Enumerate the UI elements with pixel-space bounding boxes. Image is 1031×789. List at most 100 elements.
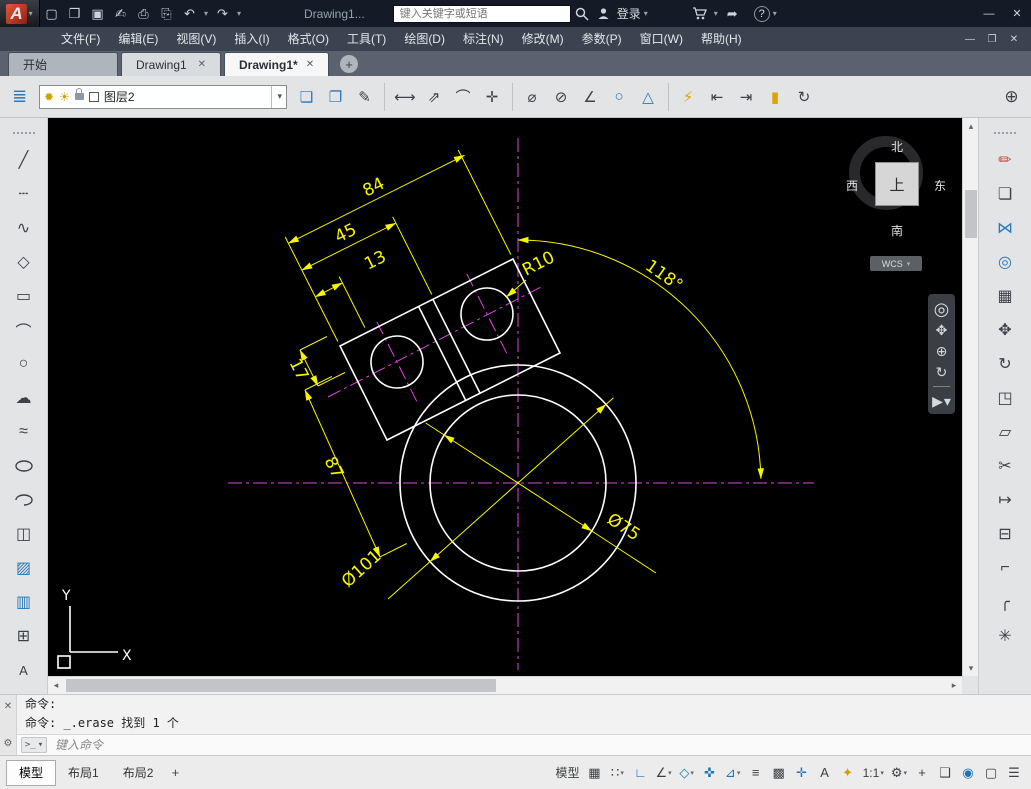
scroll-up-icon[interactable]: ▴ bbox=[963, 118, 979, 134]
viewcube-south-label[interactable]: 南 bbox=[844, 222, 950, 239]
osnap-target-button[interactable]: ⊕ bbox=[998, 82, 1025, 112]
horizontal-scroll-thumb[interactable] bbox=[66, 679, 496, 692]
rectangle-tool-icon[interactable]: ▭ bbox=[9, 280, 39, 312]
auto-scale-icon[interactable]: ✦ bbox=[837, 760, 859, 785]
circle-tool-icon[interactable]: ○ bbox=[9, 348, 39, 380]
dimension-118deg[interactable]: 118° bbox=[518, 240, 761, 479]
break-tool-icon[interactable]: ⊟ bbox=[990, 518, 1020, 550]
ucs-icon[interactable]: Y X bbox=[58, 588, 132, 668]
dynamic-input-icon[interactable]: ✛ bbox=[791, 760, 813, 785]
dimension-style-button[interactable]: ▮ bbox=[762, 82, 789, 112]
lineweight-toggle-icon[interactable]: ≡ bbox=[745, 760, 767, 785]
annotation-monitor-icon[interactable]: + bbox=[911, 760, 933, 785]
model-space-view[interactable]: 84 45 13 17 87 bbox=[48, 118, 962, 676]
redo-icon[interactable]: ↷ bbox=[211, 3, 234, 24]
command-customize-icon[interactable]: ⚙ bbox=[4, 738, 13, 749]
mirror-tool-icon[interactable]: ⋈ bbox=[990, 212, 1020, 244]
plate-outline[interactable] bbox=[340, 259, 560, 440]
trim-tool-icon[interactable]: ✂ bbox=[990, 450, 1020, 482]
vertical-scrollbar[interactable]: ▴ ▾ bbox=[962, 118, 978, 676]
nav-wheel-icon[interactable]: ◎ bbox=[934, 302, 950, 316]
object-snap-tracking-icon[interactable]: ✜ bbox=[699, 760, 721, 785]
search-icon[interactable] bbox=[571, 4, 593, 24]
tab-drawing1-close-icon[interactable]: ✕ bbox=[198, 59, 206, 70]
grid-toggle-icon[interactable]: ▦ bbox=[583, 760, 605, 785]
vertical-scroll-thumb[interactable] bbox=[965, 190, 977, 238]
sheet-set-icon[interactable]: ⎘ bbox=[155, 3, 178, 24]
ellipse-arc-tool-icon[interactable] bbox=[9, 484, 39, 516]
nav-more-icon[interactable]: ▶▾ bbox=[932, 394, 951, 408]
arc-length-dimension-button[interactable]: ⌒ bbox=[450, 82, 477, 112]
menu-help[interactable]: 帮助(H) bbox=[692, 27, 751, 51]
erase-tool-icon[interactable]: ✏ bbox=[990, 144, 1020, 176]
login-caret-icon[interactable]: ▾ bbox=[641, 9, 651, 18]
nav-pan-icon[interactable]: ✥ bbox=[936, 323, 948, 337]
dim-text-r10[interactable]: R10 bbox=[519, 247, 558, 280]
menu-format[interactable]: 格式(O) bbox=[279, 27, 338, 51]
menu-insert[interactable]: 插入(I) bbox=[225, 27, 278, 51]
scroll-left-icon[interactable]: ◂ bbox=[48, 677, 64, 694]
tab-drawing1-star[interactable]: Drawing1* ✕ bbox=[224, 52, 329, 76]
minimize-button[interactable]: — bbox=[975, 3, 1003, 25]
layer-dropdown-caret-icon[interactable]: ▾ bbox=[271, 86, 282, 108]
scale-tool-icon[interactable]: ◳ bbox=[990, 382, 1020, 414]
viewcube-north-label[interactable]: 北 bbox=[844, 138, 950, 155]
mtext-tool-icon[interactable]: A bbox=[9, 654, 39, 686]
dimension-d101[interactable]: Ø101 bbox=[338, 398, 614, 599]
layer-unlock-icon[interactable] bbox=[75, 93, 84, 100]
navigation-bar[interactable]: ◎ ✥ ⊕ ↻ ▶▾ bbox=[928, 294, 955, 414]
dim-text-17[interactable]: 17 bbox=[285, 356, 313, 384]
undo-icon[interactable]: ↶ bbox=[178, 3, 201, 24]
plot-icon[interactable]: ⎙ bbox=[132, 3, 155, 24]
annotation-visibility-icon[interactable]: A bbox=[814, 760, 836, 785]
help-caret-icon[interactable]: ▾ bbox=[770, 9, 780, 18]
radius-dimension-button[interactable]: ⌀ bbox=[519, 82, 546, 112]
scroll-right-icon[interactable]: ▸ bbox=[946, 677, 962, 694]
qat-dropdown-icon[interactable]: ▾ bbox=[234, 9, 244, 18]
viewcube-east-label[interactable]: 东 bbox=[934, 177, 946, 194]
login-button[interactable]: 登录 bbox=[617, 5, 641, 22]
dimension-84[interactable]: 84 bbox=[285, 150, 511, 342]
workspace-gear-icon[interactable]: ⚙▾ bbox=[888, 760, 910, 785]
menu-view[interactable]: 视图(V) bbox=[167, 27, 225, 51]
layer-dropdown[interactable]: ✹ ☀ 图层2 ▾ bbox=[39, 85, 287, 109]
isodraft-toggle-icon[interactable]: ◇▾ bbox=[676, 760, 698, 785]
menu-parametric[interactable]: 参数(P) bbox=[573, 27, 631, 51]
transparency-toggle-icon[interactable]: ▩ bbox=[768, 760, 790, 785]
clean-screen-icon[interactable]: ▢ bbox=[980, 760, 1002, 785]
copy-tool-icon[interactable]: ❏ bbox=[990, 178, 1020, 210]
layer-on-bulb-icon[interactable]: ✹ bbox=[44, 90, 54, 104]
layer-edit-button[interactable]: ✎ bbox=[351, 82, 378, 112]
help-button[interactable]: ? bbox=[754, 6, 770, 22]
layer-color-swatch[interactable] bbox=[89, 92, 99, 102]
spline-tool-icon[interactable]: ≈ bbox=[9, 416, 39, 448]
fillet-tool-icon[interactable]: ╭ bbox=[990, 586, 1020, 618]
dimension-update-button[interactable]: ↻ bbox=[791, 82, 818, 112]
annotation-scale-dropdown[interactable]: 1:1▾ bbox=[860, 760, 887, 785]
ellipse-tool-icon[interactable] bbox=[9, 450, 39, 482]
hatch-tool-icon[interactable]: ▨ bbox=[9, 552, 39, 584]
stretch-tool-icon[interactable]: ▱ bbox=[990, 416, 1020, 448]
open-file-icon[interactable]: ❒ bbox=[63, 3, 86, 24]
dimension-13[interactable]: 13 bbox=[315, 247, 389, 328]
construction-line-tool-icon[interactable]: ┄ bbox=[9, 178, 39, 210]
linear-dimension-button[interactable]: ⟷ bbox=[391, 82, 419, 112]
wcs-dropdown[interactable]: WCS ▾ bbox=[870, 256, 922, 271]
save-as-icon[interactable]: ✍ bbox=[109, 3, 132, 24]
dimension-17[interactable]: 17 bbox=[285, 337, 345, 387]
toolbar-grip[interactable] bbox=[13, 132, 35, 136]
new-layout-button[interactable]: + bbox=[165, 765, 185, 780]
model-space-toggle[interactable]: 模型 bbox=[552, 760, 582, 785]
array-tool-icon[interactable]: ▦ bbox=[990, 280, 1020, 312]
dim-text-118[interactable]: 118° bbox=[641, 256, 686, 296]
command-history[interactable]: 命令: 命令: _.erase 找到 1 个 >_▾ bbox=[17, 695, 1031, 755]
close-button[interactable]: ✕ bbox=[1003, 3, 1031, 25]
nav-orbit-icon[interactable]: ↻ bbox=[936, 365, 948, 379]
scroll-down-icon[interactable]: ▾ bbox=[963, 660, 979, 676]
offset-tool-icon[interactable]: ◎ bbox=[990, 246, 1020, 278]
menu-window[interactable]: 窗口(W) bbox=[631, 27, 692, 51]
line-tool-icon[interactable]: ╱ bbox=[9, 144, 39, 176]
triangle-tolerance-button[interactable]: △ bbox=[635, 82, 662, 112]
new-file-icon[interactable]: ▢ bbox=[40, 3, 63, 24]
layout-tab-model[interactable]: 模型 bbox=[6, 760, 56, 786]
